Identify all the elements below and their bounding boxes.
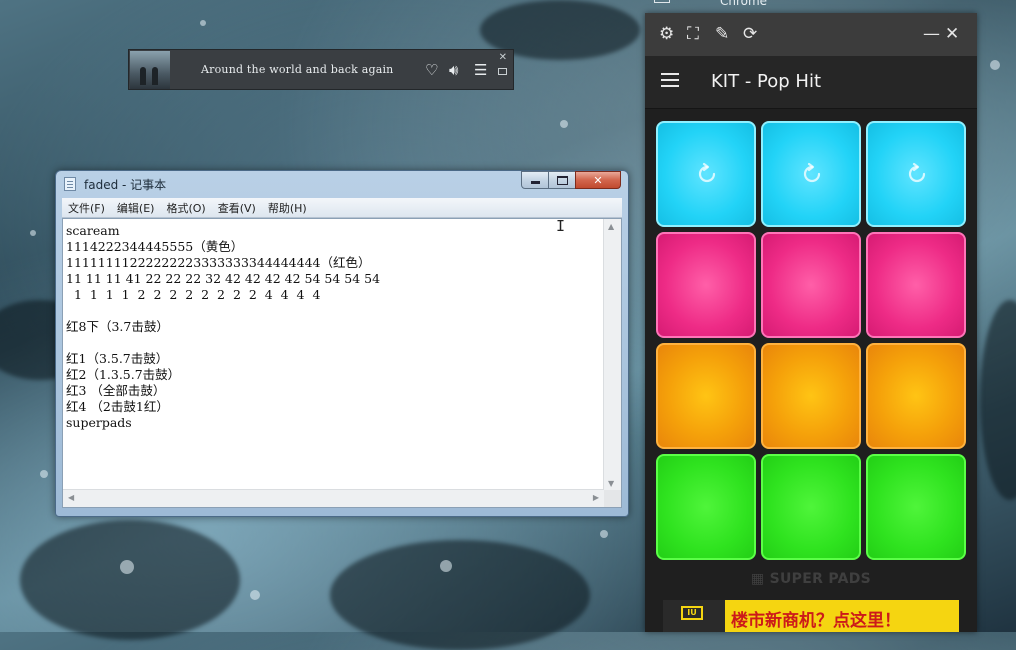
horizontal-scrollbar[interactable]: ◀ ▶ (63, 489, 604, 507)
loop-icon (908, 162, 926, 183)
menu-view[interactable]: 查看(V) (218, 200, 256, 216)
vertical-scrollbar[interactable]: ▲ ▼ (603, 219, 621, 491)
track-title: Around the world and back again (201, 63, 394, 76)
pad-cyan[interactable] (866, 121, 966, 227)
kit-title: KIT - Pop Hit (711, 71, 822, 92)
rotate-icon[interactable]: ⟳ (743, 24, 757, 44)
brand-label: ▦ SUPER PADS (750, 571, 872, 587)
scroll-up-icon[interactable]: ▲ (608, 222, 614, 231)
heart-icon[interactable]: ♡ (425, 61, 438, 79)
playlist-icon[interactable]: ☰ (474, 61, 487, 79)
menu-edit[interactable]: 编辑(E) (117, 200, 155, 216)
minimize-icon (530, 181, 540, 184)
loop-icon (698, 162, 716, 183)
app-bar: KIT - Pop Hit (645, 56, 977, 109)
minimize-icon[interactable]: — (923, 24, 940, 44)
pad-cyan[interactable] (761, 121, 861, 227)
pad-pink[interactable] (656, 232, 756, 338)
media-player-bar[interactable]: Around the world and back again ♡ 🔊︎ ☰ ✕ (128, 49, 514, 90)
edit-icon[interactable]: ✎ (715, 24, 729, 44)
pad-orange[interactable] (656, 343, 756, 449)
pad-green[interactable] (761, 454, 861, 560)
scroll-right-icon[interactable]: ▶ (593, 493, 599, 502)
resize-corner[interactable] (604, 490, 621, 507)
minimize-button[interactable] (521, 171, 549, 189)
menu-help[interactable]: 帮助(H) (268, 200, 307, 216)
volume-icon[interactable]: 🔊︎ (449, 61, 458, 79)
notepad-titlebar[interactable]: faded - 记事本 ✕ (56, 171, 628, 197)
pad-pink[interactable] (761, 232, 861, 338)
ad-logo-text: IU (681, 606, 703, 620)
ad-text: 楼市新商机？点这里！ (731, 611, 901, 631)
pad-cyan[interactable] (656, 121, 756, 227)
scroll-left-icon[interactable]: ◀ (68, 493, 74, 502)
taskbar-label[interactable]: Chrome (720, 0, 767, 8)
menu-bar: 文件(F) 编辑(E) 格式(O) 查看(V) 帮助(H) (62, 198, 622, 218)
menu-file[interactable]: 文件(F) (68, 200, 105, 216)
notepad-window: faded - 记事本 ✕ 文件(F) 编辑(E) 格式(O) 查看(V) 帮助… (55, 170, 629, 517)
document-text[interactable]: scaream 1114222344445555（黄色） 11111111222… (66, 223, 604, 431)
close-icon[interactable]: ✕ (499, 52, 507, 63)
close-button[interactable]: ✕ (575, 171, 621, 189)
pad-green[interactable] (656, 454, 756, 560)
pad-green[interactable] (866, 454, 966, 560)
taskbar-icon[interactable] (654, 0, 670, 3)
maximize-icon (556, 175, 568, 185)
scroll-down-icon[interactable]: ▼ (608, 479, 614, 488)
brand-text: SUPER PADS (769, 571, 872, 587)
close-icon[interactable]: ✕ (945, 24, 959, 44)
hamburger-menu-icon[interactable] (661, 73, 679, 87)
ad-logo: IU (663, 600, 725, 632)
miniplayer-icon[interactable] (498, 68, 507, 75)
mouse-ibeam-cursor-icon: I (556, 217, 566, 235)
loop-icon (803, 162, 821, 183)
emulator-toolbar: ⚙ ⛶ ✎ ⟳ — ✕ (645, 13, 977, 56)
ad-banner[interactable]: IU 楼市新商机？点这里！ (663, 600, 959, 632)
pad-orange[interactable] (761, 343, 861, 449)
fullscreen-icon[interactable]: ⛶ (687, 24, 699, 44)
album-art (130, 51, 170, 89)
menu-format[interactable]: 格式(O) (166, 200, 205, 216)
close-icon: ✕ (593, 173, 603, 187)
pad-pink[interactable] (866, 232, 966, 338)
super-pads-window: ⚙ ⛶ ✎ ⟳ — ✕ KIT - Pop Hit ▦ SUPER PADS I… (645, 13, 977, 632)
text-editor[interactable]: scaream 1114222344445555（黄色） 11111111222… (62, 218, 622, 508)
notepad-app-icon (64, 177, 76, 191)
window-title: faded - 记事本 (84, 178, 167, 192)
settings-icon[interactable]: ⚙ (659, 24, 674, 44)
maximize-button[interactable] (548, 171, 576, 189)
pad-orange[interactable] (866, 343, 966, 449)
